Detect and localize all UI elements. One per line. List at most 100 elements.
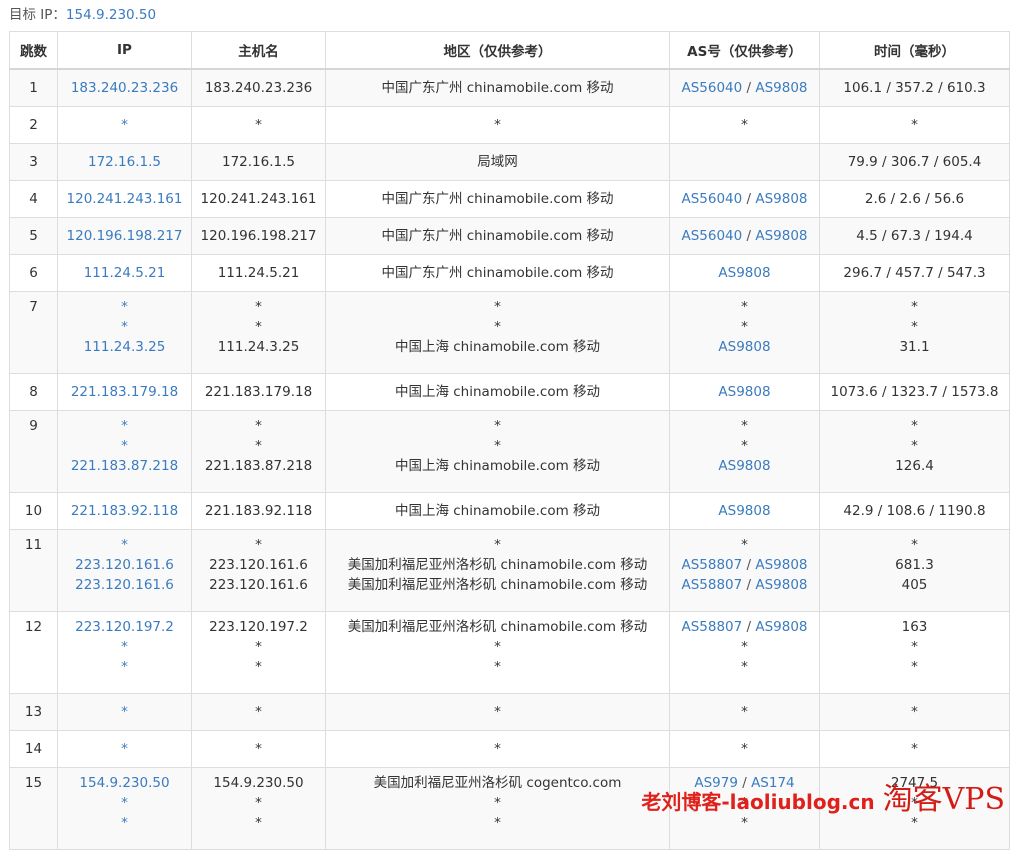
hop-hostname-text: 183.240.23.236 bbox=[204, 80, 313, 96]
hop-ip-link[interactable]: 120.241.243.161 bbox=[58, 189, 191, 209]
hop-ip-link[interactable]: 223.120.161.6 bbox=[58, 555, 191, 575]
hop-ip-cell: * 223.120.161.6 223.120.161.6 bbox=[57, 529, 192, 612]
hop-time-text: 405 bbox=[901, 577, 928, 593]
as-line: * bbox=[670, 416, 819, 436]
hop-region-cell: * bbox=[325, 693, 670, 731]
hop-region-text: * bbox=[494, 537, 501, 553]
as-link[interactable]: AS9808 bbox=[718, 503, 770, 519]
hop-ip-link[interactable]: 221.183.179.18 bbox=[58, 382, 191, 402]
hop-time-text: * bbox=[911, 704, 918, 720]
as-link[interactable]: AS174 bbox=[751, 775, 795, 791]
hop-time-text: * bbox=[911, 438, 918, 454]
table-row: 14 * * * * * bbox=[9, 730, 1010, 768]
hop-ip-cell: * * 111.24.3.25 bbox=[57, 291, 192, 374]
hop-number-text: 2 bbox=[29, 117, 38, 133]
hop-ip-link[interactable]: 120.196.198.217 bbox=[58, 226, 191, 246]
as-link[interactable]: AS56040 bbox=[681, 80, 742, 96]
hop-region-cell: * bbox=[325, 730, 670, 768]
as-link[interactable]: AS9808 bbox=[718, 384, 770, 400]
hop-region-text: * bbox=[494, 795, 501, 811]
as-link[interactable]: AS56040 bbox=[681, 228, 742, 244]
as-link[interactable]: AS56040 bbox=[681, 191, 742, 207]
hop-region-text: * bbox=[494, 438, 501, 454]
hop-region-text: 中国广东广州 chinamobile.com 移动 bbox=[381, 265, 614, 281]
hop-region-text: * bbox=[494, 815, 501, 831]
hop-time-cell: * 681.3 405 bbox=[819, 529, 1010, 612]
hop-as-cell: AS9808 bbox=[669, 254, 820, 292]
hop-hostname-text: * bbox=[255, 639, 262, 655]
as-link[interactable]: AS9808 bbox=[718, 265, 770, 281]
hop-time-cell: 163 * * bbox=[819, 611, 1010, 694]
as-line: * bbox=[670, 793, 819, 813]
table-row: 9 * * 221.183.87.218 * * 221.183.87.218 * * 中国上海 … bbox=[9, 410, 1010, 493]
hop-hostname-text: * bbox=[255, 319, 262, 335]
as-link[interactable]: AS9808 bbox=[755, 619, 807, 635]
hop-region-cell: * * 中国上海 chinamobile.com 移动 bbox=[325, 291, 670, 374]
hop-time-cell: * bbox=[819, 693, 1010, 731]
as-link[interactable]: AS9808 bbox=[755, 577, 807, 593]
hop-time-cell: 1073.6 / 1323.7 / 1573.8 bbox=[819, 373, 1010, 411]
target-ip-line: 目标 IP：154.9.230.50 bbox=[9, 5, 156, 25]
hop-region-text: 美国加利福尼亚州洛杉矶 chinamobile.com 移动 bbox=[347, 557, 648, 573]
hop-number: 10 bbox=[9, 492, 58, 530]
hop-region-cell: 中国上海 chinamobile.com 移动 bbox=[325, 373, 670, 411]
hop-hostname-text: 223.120.161.6 bbox=[209, 577, 308, 593]
hop-hostname-text: 221.183.87.218 bbox=[204, 458, 313, 474]
hop-time-text: * bbox=[911, 319, 918, 335]
table-row: 6 111.24.5.21 111.24.5.21 中国广东广州 chinamobil… bbox=[9, 254, 1010, 292]
hop-ip-link[interactable]: 111.24.3.25 bbox=[58, 337, 191, 357]
hop-as-cell: AS56040 / AS9808 bbox=[669, 217, 820, 255]
hop-as-cell: * bbox=[669, 730, 820, 768]
hop-region-text: 中国广东广州 chinamobile.com 移动 bbox=[381, 228, 614, 244]
hop-ip-link[interactable]: 221.183.92.118 bbox=[58, 501, 191, 521]
as-link[interactable]: AS58807 bbox=[681, 619, 742, 635]
hop-number-text: 6 bbox=[29, 265, 38, 281]
hop-number-text: 15 bbox=[24, 775, 43, 791]
target-ip-label: 目标 IP： bbox=[9, 7, 66, 23]
table-row: 10 221.183.92.118 221.183.92.118 中国上海 china… bbox=[9, 492, 1010, 530]
hop-region-text: * bbox=[494, 639, 501, 655]
as-line: AS56040 / AS9808 bbox=[670, 189, 819, 209]
hop-ip-cell: 183.240.23.236 bbox=[57, 68, 192, 107]
hop-ip-link[interactable]: 223.120.197.2 bbox=[58, 617, 191, 637]
hop-hostname-cell: 183.240.23.236 bbox=[191, 68, 326, 107]
as-link[interactable]: AS58807 bbox=[681, 577, 742, 593]
as-line: * bbox=[670, 535, 819, 555]
as-link[interactable]: AS9808 bbox=[718, 458, 770, 474]
as-link[interactable]: AS9808 bbox=[755, 80, 807, 96]
hop-time-text: 2.6 / 2.6 / 56.6 bbox=[864, 191, 965, 207]
hop-ip-cell: * * 221.183.87.218 bbox=[57, 410, 192, 493]
as-link[interactable]: AS9808 bbox=[718, 339, 770, 355]
hop-time-cell: 4.5 / 67.3 / 194.4 bbox=[819, 217, 1010, 255]
hop-as-cell bbox=[669, 143, 820, 181]
hop-ip-link[interactable]: 221.183.87.218 bbox=[58, 456, 191, 476]
hop-time-text: 79.9 / 306.7 / 605.4 bbox=[847, 154, 982, 170]
hop-ip-link[interactable]: 172.16.1.5 bbox=[58, 152, 191, 172]
hop-ip-link[interactable]: 223.120.161.6 bbox=[58, 575, 191, 595]
as-line: * bbox=[670, 813, 819, 833]
hop-ip-link[interactable]: 111.24.5.21 bbox=[58, 263, 191, 283]
hop-number: 12 bbox=[9, 611, 58, 694]
hop-region-text: * bbox=[494, 704, 501, 720]
as-text: * bbox=[741, 639, 748, 655]
hop-ip-link[interactable]: 154.9.230.50 bbox=[58, 773, 191, 793]
hop-hostname-text: 111.24.3.25 bbox=[217, 339, 300, 355]
hop-ip-cell: 154.9.230.50 * * bbox=[57, 767, 192, 850]
hop-hostname-cell: 221.183.179.18 bbox=[191, 373, 326, 411]
hop-number-text: 12 bbox=[24, 619, 43, 635]
as-link[interactable]: AS58807 bbox=[681, 557, 742, 573]
as-link[interactable]: AS979 bbox=[694, 775, 738, 791]
table-row: 7 * * 111.24.3.25 * * 111.24.3.25 * * 中国上海 chinam… bbox=[9, 291, 1010, 374]
column-header-hop: 跳数 bbox=[9, 31, 58, 70]
table-row: 4 120.241.243.161 120.241.243.161 中国广东广州 ch… bbox=[9, 180, 1010, 218]
hop-region-text: * bbox=[494, 299, 501, 315]
hop-time-text: * bbox=[911, 418, 918, 434]
hop-hostname-text: * bbox=[255, 299, 262, 315]
as-link[interactable]: AS9808 bbox=[755, 228, 807, 244]
hop-ip-cell: 120.196.198.217 bbox=[57, 217, 192, 255]
as-link[interactable]: AS9808 bbox=[755, 557, 807, 573]
as-separator: / bbox=[742, 619, 756, 635]
as-text: * bbox=[741, 659, 748, 675]
as-link[interactable]: AS9808 bbox=[755, 191, 807, 207]
hop-ip-link[interactable]: 183.240.23.236 bbox=[58, 78, 191, 98]
